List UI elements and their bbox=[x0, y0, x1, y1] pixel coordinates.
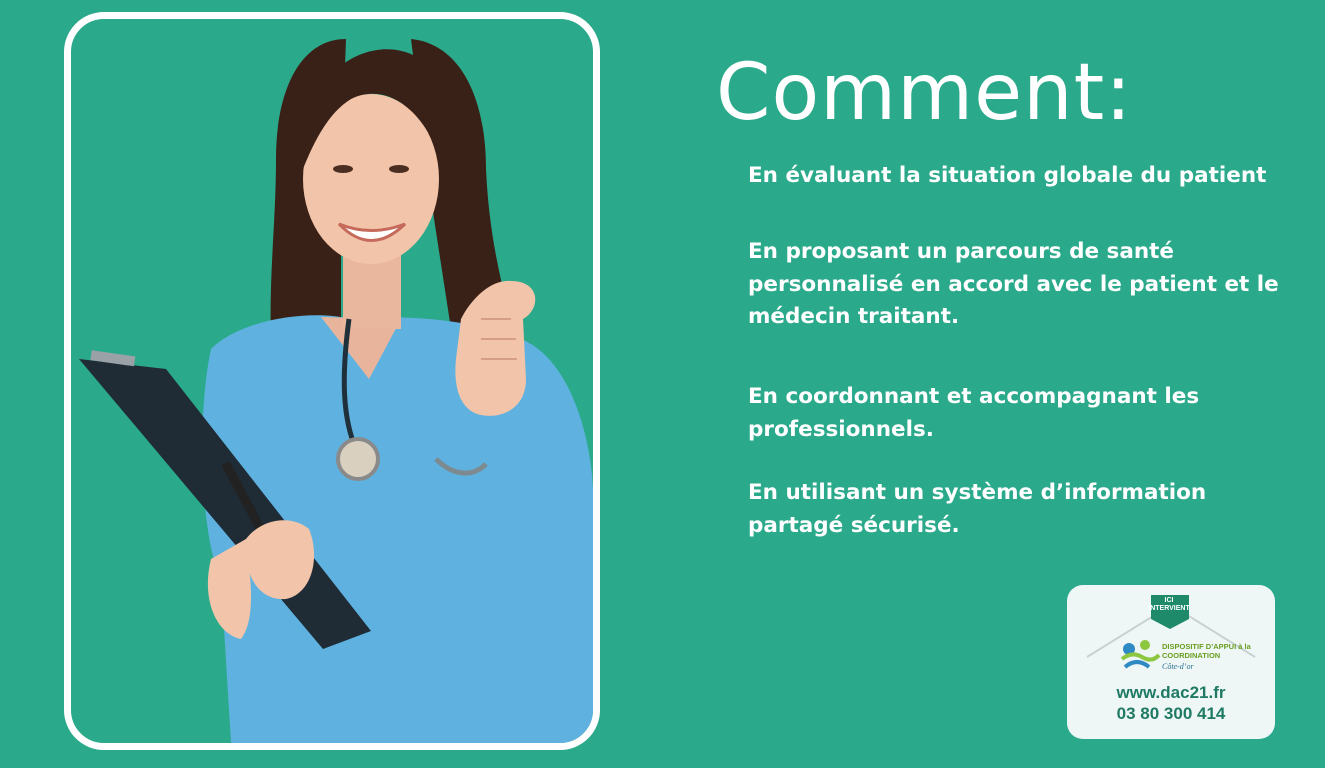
bullet-item: En utilisant un système d’information pa… bbox=[748, 480, 1207, 538]
bullet-item: En proposant un parcours de santé person… bbox=[748, 239, 1279, 329]
logo-region: Côte-d’or bbox=[1162, 662, 1194, 671]
nurse-photo bbox=[79, 39, 593, 743]
dac-logo-card: ICI INTERVIENT DISPOSITIF D’APPUI à la C… bbox=[1067, 585, 1275, 739]
bullet-item: En évaluant la situation globale du pati… bbox=[748, 163, 1267, 188]
nurse-photo-frame bbox=[64, 12, 600, 750]
logo-badge-text: ICI INTERVIENT bbox=[1148, 597, 1190, 612]
website-link[interactable]: www.dac21.fr bbox=[1067, 683, 1275, 703]
page-title: Comment: bbox=[716, 48, 1133, 138]
phone-number: 03 80 300 414 bbox=[1116, 704, 1226, 723]
logo-org-name: DISPOSITIF D’APPUI à la COORDINATION bbox=[1162, 642, 1251, 660]
bullet-item: En coordonnant et accompagnant les profe… bbox=[748, 384, 1200, 442]
